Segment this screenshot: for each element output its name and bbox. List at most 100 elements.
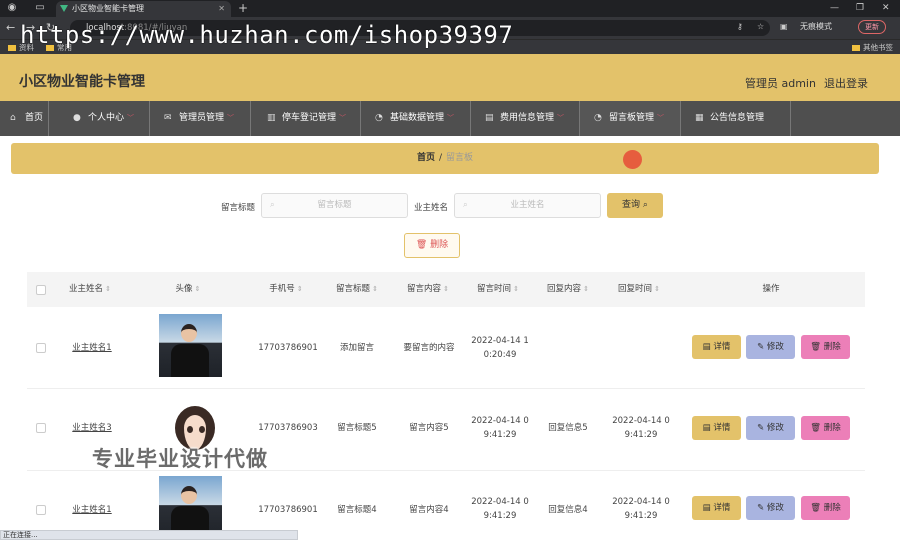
column-header[interactable]: 回复内容 ⇕ (538, 272, 598, 307)
time-cell: 2022-04-14 0 9:41:29 (471, 416, 529, 440)
tab-list-icon[interactable]: ▭ (34, 2, 46, 14)
detail-button[interactable]: ▤ 详情 (692, 496, 741, 520)
search-icon: ⌕ (270, 200, 275, 210)
breadcrumb-separator: / (438, 153, 443, 163)
reply-cell: 回复信息5 (548, 423, 588, 433)
title-cell: 留言标题5 (337, 423, 377, 433)
reply-cell: 回复信息4 (548, 505, 588, 515)
avatar (159, 314, 222, 377)
detail-button[interactable]: ▤ 详情 (692, 335, 741, 359)
fee-icon: ▤ (485, 113, 494, 123)
column-header[interactable]: 业主姓名 ⇕ (55, 272, 125, 307)
sort-icon: ⇕ (513, 285, 519, 293)
sort-icon: ⇕ (372, 285, 378, 293)
user-icon: ● (73, 113, 81, 123)
content-cell: 要留言的内容 (403, 343, 455, 353)
main-menu: ⌂ 首页 ● 个人中心 ﹀ ✉ 管理员管理 ﹀ ▥ 停车登记管理 ﹀ ◔ 基础数据管理 ﹀ ▤ 费用… (0, 101, 900, 136)
select-all-checkbox[interactable] (36, 285, 46, 295)
menu-item-message-board[interactable]: ◔ 留言板管理 ﹀ (580, 101, 681, 136)
column-header[interactable]: 头像 ⇕ (155, 272, 221, 307)
app-header: 小区物业智能卡管理 管理员 admin 退出登录 (0, 54, 900, 101)
column-header[interactable]: 留言时间 ⇕ (468, 272, 528, 307)
owner-search-label: 业主姓名 (414, 203, 449, 213)
new-tab-icon[interactable]: + (238, 0, 248, 16)
row-checkbox[interactable] (36, 423, 46, 433)
maximize-icon[interactable]: ❐ (856, 0, 864, 16)
sort-icon: ⇕ (443, 285, 449, 293)
star-icon[interactable]: ☆ (757, 22, 764, 31)
column-header[interactable]: 回复时间 ⇕ (609, 272, 669, 307)
browser-status-bar: 正在连接... (0, 530, 298, 540)
delete-button[interactable]: 🗑 删除 (801, 335, 850, 359)
vue-logo-icon (60, 5, 68, 12)
back-icon[interactable]: ← (6, 21, 15, 34)
content-cell: 留言内容5 (409, 423, 449, 433)
chevron-down-icon: ﹀ (447, 114, 455, 122)
document-icon: ▤ (702, 342, 711, 352)
menu-item-fee[interactable]: ▤ 费用信息管理 ﹀ (471, 101, 580, 136)
time-cell: 2022-04-14 0 9:41:29 (471, 497, 529, 521)
owner-name-link[interactable]: 业主姓名1 (57, 503, 127, 517)
query-button[interactable]: 查询 ⌕ (607, 193, 663, 218)
browser-tabbar: ◉ ▭ 小区物业智能卡管理 ✕ + — ❐ ✕ (0, 0, 900, 17)
breadcrumb: 首页 / 留言板 (11, 143, 879, 174)
chevron-down-icon: ﹀ (339, 114, 347, 122)
row-checkbox[interactable] (36, 343, 46, 353)
column-header[interactable]: 留言内容 ⇕ (398, 272, 458, 307)
edit-button[interactable]: ✎ 修改 (746, 416, 795, 440)
breadcrumb-home[interactable]: 首页 (417, 153, 435, 163)
menu-item-profile[interactable]: ● 个人中心 ﹀ (49, 101, 150, 136)
menu-item-admin[interactable]: ✉ 管理员管理 ﹀ (150, 101, 251, 136)
browser-tab[interactable]: 小区物业智能卡管理 ✕ (56, 1, 231, 17)
car-icon: ▥ (267, 113, 276, 123)
column-header[interactable]: 手机号 ⇕ (256, 272, 316, 307)
trash-icon: 🗑 (810, 342, 822, 352)
trash-icon: 🗑 (415, 240, 428, 250)
content-cell: 留言内容4 (409, 505, 449, 515)
minimize-icon[interactable]: — (830, 0, 839, 16)
sort-icon: ⇕ (105, 285, 111, 293)
sidebar-icon[interactable]: ▣ (780, 22, 788, 31)
detail-button[interactable]: ▤ 详情 (692, 416, 741, 440)
table-header: 业主姓名 ⇕ 头像 ⇕ 手机号 ⇕ 留言标题 ⇕ 留言内容 ⇕ 留言时间 ⇕ 回复内容 ⇕ 回… (27, 272, 865, 307)
column-header[interactable]: 留言标题 ⇕ (327, 272, 387, 307)
owner-name-link[interactable]: 业主姓名3 (57, 421, 127, 435)
edit-button[interactable]: ✎ 修改 (746, 335, 795, 359)
mouse-cursor-highlight (623, 150, 642, 169)
delete-button[interactable]: 🗑 删除 (801, 416, 850, 440)
browser-menu-icon[interactable]: ◉ (6, 2, 18, 14)
window-close-icon[interactable]: ✕ (882, 0, 890, 16)
logout-button[interactable]: 退出登录 (824, 75, 868, 91)
edit-button[interactable]: ✎ 修改 (746, 496, 795, 520)
batch-delete-button[interactable]: 🗑 删除 (404, 233, 460, 258)
message-icon: ◔ (594, 113, 602, 123)
owner-name-link[interactable]: 业主姓名1 (57, 341, 127, 355)
tab-title: 小区物业智能卡管理 (72, 4, 144, 13)
key-icon[interactable]: ⚷ (737, 22, 743, 31)
phone-cell: 17703786903 (258, 423, 318, 433)
title-search-input[interactable]: ⌕ 留言标题 (261, 193, 408, 218)
phone-cell: 17703786901 (258, 343, 318, 353)
tab-close-icon[interactable]: ✕ (218, 1, 225, 17)
menu-item-basic-data[interactable]: ◔ 基础数据管理 ﹀ (361, 101, 471, 136)
owner-search-input[interactable]: ⌕ 业主姓名 (454, 193, 601, 218)
row-checkbox[interactable] (36, 505, 46, 515)
folder-icon (8, 45, 16, 51)
column-header: 操作 (762, 284, 780, 294)
pencil-icon: ✎ (757, 342, 765, 352)
update-button[interactable]: 更新 (858, 20, 886, 34)
delete-button[interactable]: 🗑 删除 (801, 496, 850, 520)
chevron-down-icon: ﹀ (657, 114, 665, 122)
menu-item-parking[interactable]: ▥ 停车登记管理 ﹀ (251, 101, 361, 136)
incognito-label: 无痕模式 (800, 22, 832, 31)
watermark-text: 专业毕业设计代做 (92, 447, 268, 471)
mail-icon: ✉ (164, 113, 172, 123)
chevron-down-icon: ﹀ (227, 114, 235, 122)
sort-icon: ⇕ (194, 285, 201, 293)
other-bookmarks[interactable]: 其他书签 (852, 42, 893, 53)
trash-icon: 🗑 (810, 423, 822, 433)
menu-item-home[interactable]: ⌂ 首页 (0, 101, 49, 136)
pencil-icon: ✎ (757, 423, 765, 433)
watermark-url: https://www.huzhan.com/ishop39397 (20, 21, 514, 49)
menu-item-notice[interactable]: ▦ 公告信息管理 (681, 101, 791, 136)
